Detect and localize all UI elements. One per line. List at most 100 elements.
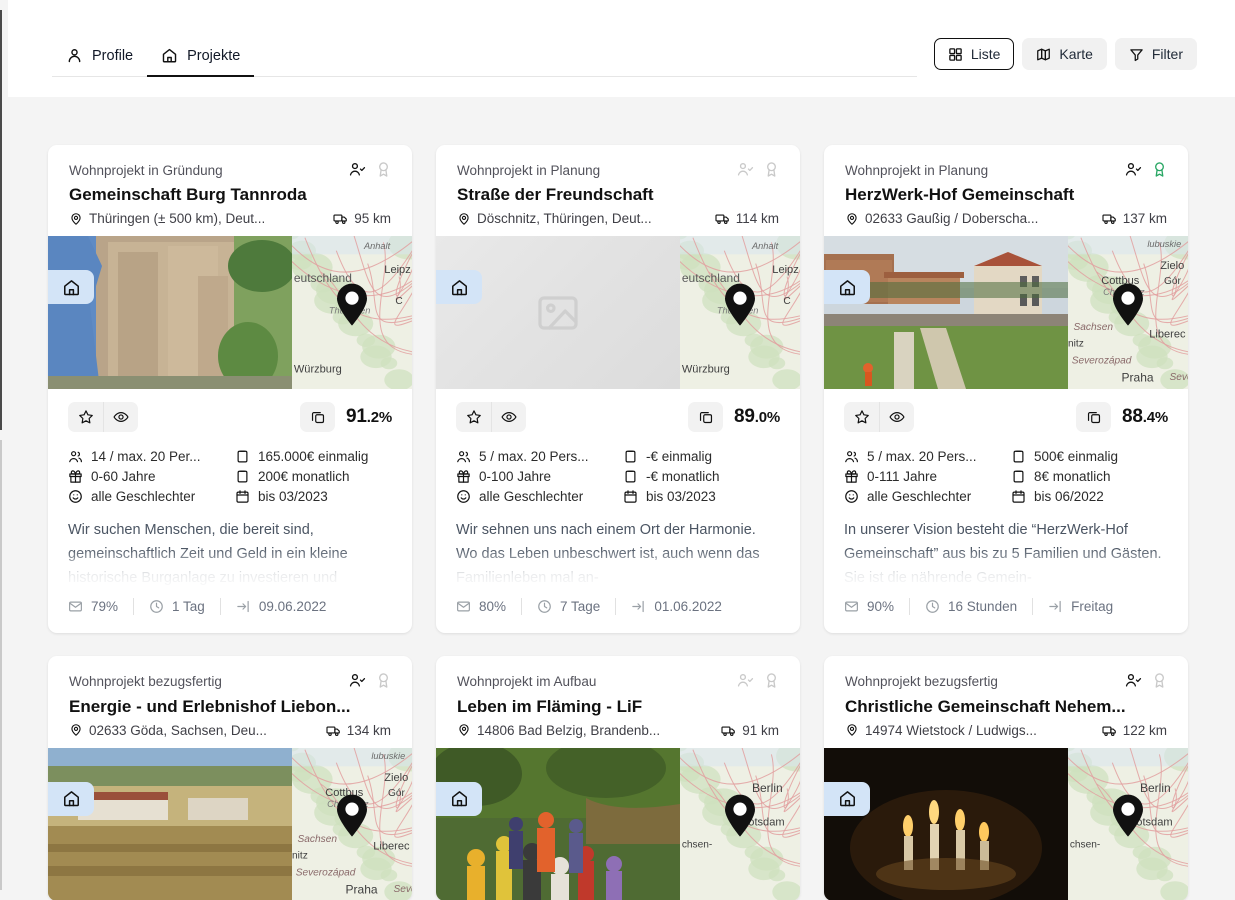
project-media[interactable]: Berlin otsdam chsen- xyxy=(436,747,800,900)
favorite-button[interactable] xyxy=(68,402,103,432)
smiley-icon xyxy=(456,489,471,504)
project-map-thumbnail[interactable]: Berlin otsdam chsen- xyxy=(1068,747,1188,900)
project-badges xyxy=(349,672,392,689)
image-placeholder-icon xyxy=(534,289,582,337)
project-title: Christliche Gemeinschaft Nehem... xyxy=(845,696,1126,716)
project-card[interactable]: Wohnprojekt im Aufbau Leben im Fläming -… xyxy=(436,656,800,900)
gift-icon xyxy=(456,469,471,484)
project-card[interactable]: Wohnprojekt in Planung Straße der Freund… xyxy=(436,145,800,634)
award-icon[interactable] xyxy=(1151,672,1168,689)
project-fact: bis 06/2022 xyxy=(1011,489,1168,504)
projects-scroll-area[interactable]: Wohnprojekt in Gründung Gemeinschaft Bur… xyxy=(8,97,1235,900)
smiley-icon xyxy=(68,489,83,504)
project-fact-text: bis 03/2023 xyxy=(258,489,328,505)
project-photo[interactable] xyxy=(824,236,1068,390)
people-icon xyxy=(68,449,83,464)
favorite-button[interactable] xyxy=(844,402,879,432)
user-check-icon[interactable] xyxy=(349,161,366,178)
project-media[interactable]: Berlin otsdam chsen- xyxy=(824,747,1188,900)
project-footer-item: 09.06.2022 xyxy=(236,599,326,614)
watch-button[interactable] xyxy=(103,402,138,433)
user-check-icon[interactable] xyxy=(737,161,754,178)
award-icon[interactable] xyxy=(1151,161,1168,178)
watch-button[interactable] xyxy=(491,402,526,433)
tab-projekte[interactable]: Projekte xyxy=(147,43,255,77)
project-photo[interactable] xyxy=(436,236,680,390)
user-check-icon[interactable] xyxy=(349,672,366,689)
tab-profile[interactable]: Profile xyxy=(52,43,147,77)
truck-icon xyxy=(721,723,736,738)
home-small-icon xyxy=(450,789,469,808)
project-card-header: Wohnprojekt bezugsfertig Energie - und E… xyxy=(48,656,412,747)
svg-text:Liberec: Liberec xyxy=(373,840,410,852)
watch-button[interactable] xyxy=(879,402,914,433)
project-media[interactable]: lubuskieZieloGórCottbusChośebuzSachsenni… xyxy=(824,236,1188,390)
compare-button[interactable] xyxy=(688,402,724,433)
project-card[interactable]: Wohnprojekt in Gründung Gemeinschaft Bur… xyxy=(48,145,412,634)
project-media[interactable]: AnhalteutschlandLeipzThüringenCWürzburg xyxy=(48,236,412,390)
project-location-text: 14974 Wietstock / Ludwigs... xyxy=(865,722,1037,738)
project-card[interactable]: Wohnprojekt bezugsfertig Energie - und E… xyxy=(48,656,412,900)
project-photo[interactable] xyxy=(48,747,292,900)
project-media[interactable]: lubuskieZieloGórCottbusChośebuzSachsenni… xyxy=(48,747,412,900)
filter-button[interactable]: Filter xyxy=(1114,38,1197,70)
project-card[interactable]: Wohnprojekt in Planung HerzWerk-Hof Geme… xyxy=(824,145,1188,634)
project-fact: 500€ einmalig xyxy=(1011,449,1168,464)
project-distance-text: 137 km xyxy=(1122,211,1167,227)
award-icon[interactable] xyxy=(763,672,780,689)
project-footer-item: 1 Tag xyxy=(149,599,205,614)
view-karte-label: Karte xyxy=(1059,46,1093,62)
project-badges xyxy=(737,672,780,689)
home-icon xyxy=(161,47,178,64)
project-photo[interactable] xyxy=(824,747,1068,900)
project-photo[interactable] xyxy=(48,236,292,390)
match-percent: 89.0% xyxy=(734,406,780,428)
award-icon[interactable] xyxy=(375,672,392,689)
project-card[interactable]: Wohnprojekt bezugsfertig Christliche Gem… xyxy=(824,656,1188,900)
award-icon[interactable] xyxy=(375,161,392,178)
project-location-row: Thüringen (± 500 km), Deut... 95 km xyxy=(69,211,391,226)
match-percent-decimal: .4% xyxy=(1142,409,1168,427)
map-marker-icon xyxy=(335,794,369,843)
project-map-thumbnail[interactable]: AnhalteutschlandLeipzThüringenCWürzburg xyxy=(292,236,412,390)
svg-text:Sachsen: Sachsen xyxy=(298,834,338,845)
tab-projekte-label: Projekte xyxy=(187,47,241,64)
map-marker-icon xyxy=(335,283,369,332)
view-liste-button[interactable]: Liste xyxy=(933,38,1015,70)
project-map-thumbnail[interactable]: Berlin otsdam chsen- xyxy=(680,747,800,900)
user-check-icon[interactable] xyxy=(1125,161,1142,178)
project-match-score: 89.0% xyxy=(688,402,780,433)
project-title: Leben im Fläming - LiF xyxy=(457,696,643,716)
project-fact: 0-100 Jahre xyxy=(456,469,613,484)
project-type-badge xyxy=(48,270,94,305)
compare-button[interactable] xyxy=(1076,402,1112,433)
pin-icon xyxy=(845,212,859,226)
project-badges xyxy=(349,161,392,178)
user-check-icon[interactable] xyxy=(1125,672,1142,689)
map-marker-icon xyxy=(1111,283,1145,332)
project-photo[interactable] xyxy=(436,747,680,900)
project-card-grid: Wohnprojekt in Gründung Gemeinschaft Bur… xyxy=(48,145,1195,900)
project-type-badge xyxy=(436,781,482,816)
project-footer-text: 7 Tage xyxy=(560,599,601,615)
project-fact: -€ einmalig xyxy=(623,449,780,464)
user-check-icon[interactable] xyxy=(737,672,754,689)
award-icon[interactable] xyxy=(763,161,780,178)
project-map-thumbnail[interactable]: lubuskieZieloGórCottbusChośebuzSachsenni… xyxy=(292,747,412,900)
project-match-score: 88.4% xyxy=(1076,402,1168,433)
project-distance: 91 km xyxy=(721,723,779,738)
project-title: HerzWerk-Hof Gemeinschaft xyxy=(845,185,1075,205)
favorite-button[interactable] xyxy=(456,402,491,432)
project-fact-text: 0-60 Jahre xyxy=(91,469,156,485)
project-map-thumbnail[interactable]: lubuskieZieloGórCottbusChośebuzSachsenni… xyxy=(1068,236,1188,390)
view-karte-button[interactable]: Karte xyxy=(1022,38,1107,70)
project-location: 02633 Göda, Sachsen, Deu... xyxy=(69,723,267,738)
project-map-thumbnail[interactable]: AnhalteutschlandLeipzThüringenCWürzburg xyxy=(680,236,800,390)
project-status: Wohnprojekt bezugsfertig xyxy=(69,674,222,690)
project-card-actions: 91.2% xyxy=(48,389,412,436)
project-fact: 0-60 Jahre xyxy=(68,469,225,484)
footer-separator xyxy=(615,598,617,616)
compare-button[interactable] xyxy=(300,402,336,433)
project-media[interactable]: AnhalteutschlandLeipzThüringenCWürzburg xyxy=(436,236,800,390)
project-location: Thüringen (± 500 km), Deut... xyxy=(69,211,265,226)
